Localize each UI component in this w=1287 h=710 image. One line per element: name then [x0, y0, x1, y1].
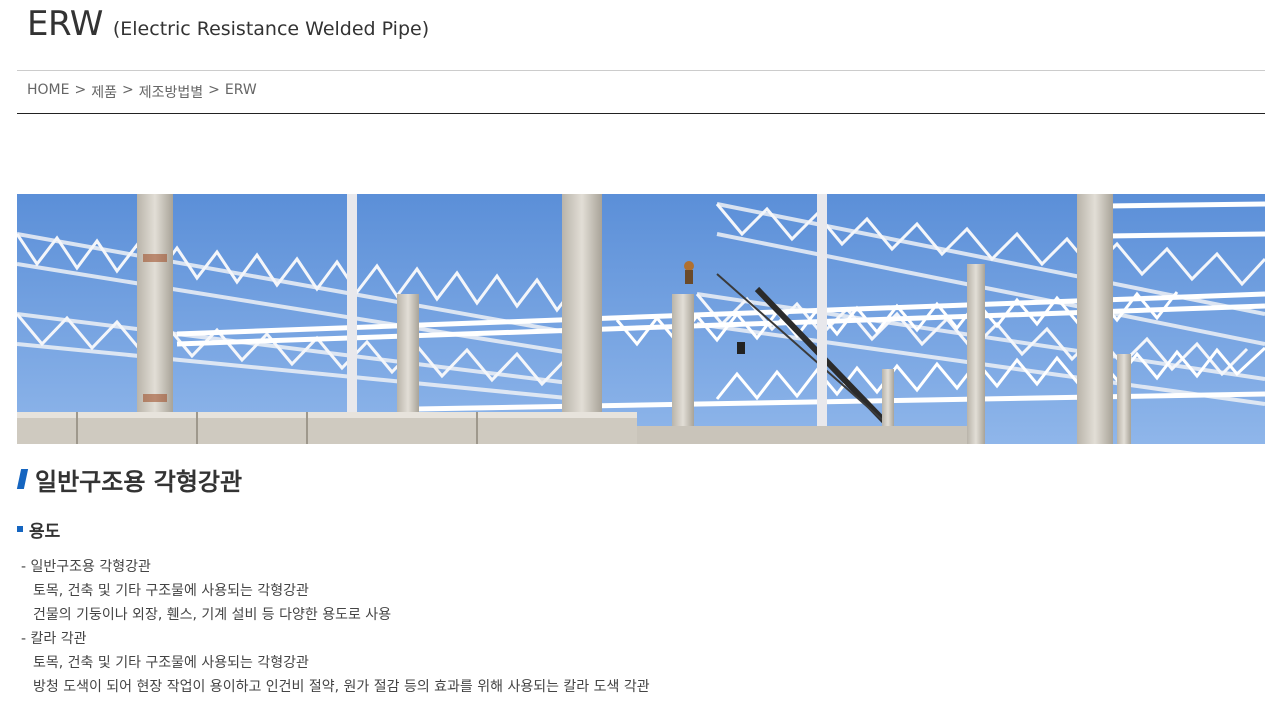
breadcrumb-separator: >	[208, 82, 220, 98]
usage-item-heading: - 칼라 각관	[21, 631, 87, 647]
usage-heading: 용도	[17, 517, 61, 542]
square-bullet-icon	[17, 526, 23, 532]
header-divider	[17, 70, 1265, 71]
breadcrumb-separator: >	[121, 82, 134, 98]
section-title: 일반구조용 각형강관	[35, 467, 243, 496]
breadcrumb-products-link[interactable]: 제품	[91, 82, 117, 102]
heading-accent-bar	[16, 469, 29, 489]
usage-list: - 일반구조용 각형강관 토목, 건축 및 기타 구조물에 사용되는 각형강관 …	[21, 555, 650, 699]
section-heading: 일반구조용 각형강관	[16, 462, 243, 496]
usage-item-line: 방청 도색이 되어 현장 작업이 용이하고 인건비 절약, 원가 절감 등의 효…	[33, 679, 650, 695]
usage-item-line: 건물의 기둥이나 외장, 휀스, 기계 설비 등 다양한 용도로 사용	[33, 607, 392, 623]
breadcrumb-divider	[17, 113, 1265, 114]
page: ERW (Electric Resistance Welded Pipe) HO…	[0, 0, 1287, 710]
breadcrumb: HOME > 제품 > 제조방법별 > ERW	[27, 82, 257, 102]
breadcrumb-home-link[interactable]: HOME	[27, 82, 69, 102]
breadcrumb-separator: >	[74, 82, 87, 98]
usage-item-line: 토목, 건축 및 기타 구조물에 사용되는 각형강관	[33, 583, 309, 599]
breadcrumb-erw-link[interactable]: ERW	[225, 82, 257, 102]
page-subtitle: (Electric Resistance Welded Pipe)	[112, 18, 430, 40]
breadcrumb-by-method-link[interactable]: 제조방법별	[139, 82, 203, 102]
page-title: ERW	[27, 4, 103, 44]
page-header: ERW (Electric Resistance Welded Pipe)	[27, 4, 429, 50]
construction-truss-photo-icon	[17, 194, 1265, 444]
usage-item-line: 토목, 건축 및 기타 구조물에 사용되는 각형강관	[33, 655, 309, 671]
hero-image	[17, 194, 1265, 444]
usage-item-heading: - 일반구조용 각형강관	[21, 559, 151, 575]
usage-title: 용도	[29, 521, 61, 542]
